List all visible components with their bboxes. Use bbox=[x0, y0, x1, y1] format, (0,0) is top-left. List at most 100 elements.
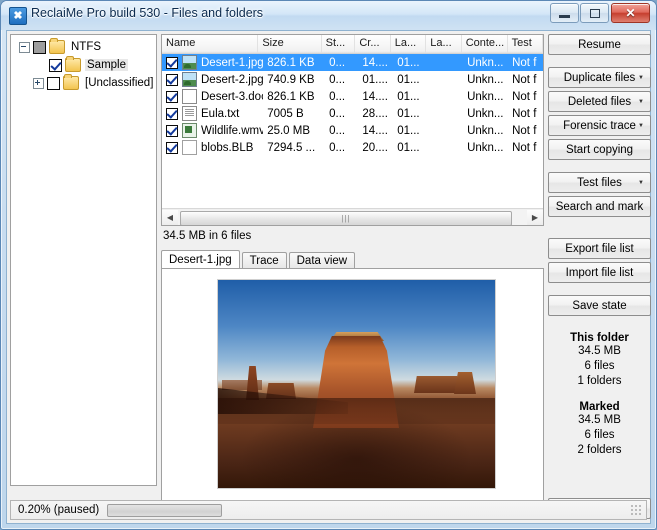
cell-size: 7294.5 ... bbox=[267, 141, 316, 154]
row-checkbox[interactable] bbox=[166, 56, 178, 69]
column-header-la-4[interactable]: La... bbox=[390, 35, 427, 53]
tree-item-label: [Unclassified] bbox=[85, 77, 154, 89]
file-list-rows[interactable]: Desert-1.jpg 826.1 KB 0... 14.... 01... Unkn.… bbox=[162, 54, 543, 208]
tab-data-view[interactable]: Data view bbox=[288, 252, 356, 269]
cell-name: Desert-1.jpg bbox=[201, 56, 264, 69]
cell-created: 14.... bbox=[362, 56, 388, 69]
cell-test: Not f bbox=[512, 107, 537, 120]
image-preview bbox=[217, 279, 496, 489]
marked-folders: 2 folders bbox=[577, 444, 622, 456]
file-list-header[interactable]: Name Size St... Cr... La... La... Conte... Test bbox=[162, 35, 543, 54]
maximize-restore-button[interactable] bbox=[580, 3, 609, 23]
text-icon bbox=[182, 106, 197, 121]
tree-item-unclassified[interactable]: [Unclassified] bbox=[15, 74, 156, 94]
tree-checkbox[interactable] bbox=[49, 58, 62, 72]
cell-last-a: 01... bbox=[397, 73, 420, 86]
column-header-cr-3[interactable]: Cr... bbox=[355, 35, 391, 53]
horizontal-scrollbar[interactable]: ◀ ||| ▶ bbox=[162, 208, 543, 225]
table-row[interactable]: Desert-1.jpg 826.1 KB 0... 14.... 01... Unkn.… bbox=[162, 54, 543, 71]
cell-status: 0... bbox=[329, 124, 346, 137]
resume-button[interactable]: Resume bbox=[548, 34, 651, 55]
row-checkbox[interactable] bbox=[166, 141, 178, 154]
column-header-size-1[interactable]: Size bbox=[258, 35, 322, 53]
tree-item-sample[interactable]: Sample bbox=[15, 56, 156, 76]
row-checkbox[interactable] bbox=[166, 107, 178, 120]
import-file-list-button[interactable]: Import file list bbox=[548, 262, 651, 283]
export-file-list-button[interactable]: Export file list bbox=[548, 238, 651, 259]
row-checkbox[interactable] bbox=[166, 73, 178, 86]
column-header-conte-6[interactable]: Conte... bbox=[461, 35, 508, 53]
cell-test: Not f bbox=[512, 90, 537, 103]
folder-icon bbox=[63, 74, 79, 90]
test-files-button[interactable]: Test files bbox=[548, 172, 651, 193]
row-checkbox[interactable] bbox=[166, 124, 178, 137]
cell-size: 7005 B bbox=[267, 107, 304, 120]
folder-icon bbox=[49, 38, 65, 54]
deleted-files-button[interactable]: Deleted files bbox=[548, 91, 651, 112]
column-header-st-2[interactable]: St... bbox=[321, 35, 356, 53]
cell-name: Desert-2.jpg bbox=[201, 73, 264, 86]
save-state-button[interactable]: Save state bbox=[548, 295, 651, 316]
cell-created: 20.... bbox=[362, 141, 388, 154]
preview-tabs[interactable]: Desert-1.jpg Trace Data view bbox=[161, 250, 357, 269]
expand-icon[interactable] bbox=[33, 77, 44, 89]
marked-files: 6 files bbox=[584, 429, 615, 441]
cell-name: Wildlife.wmv bbox=[201, 124, 264, 137]
status-bar: 0.20% (paused) bbox=[10, 500, 647, 520]
marked-title: Marked bbox=[579, 401, 620, 413]
app-icon: ✖ bbox=[9, 7, 27, 25]
image-icon bbox=[182, 55, 197, 70]
cell-last-a: 01... bbox=[397, 56, 420, 69]
row-checkbox[interactable] bbox=[166, 90, 178, 103]
image-icon bbox=[182, 72, 197, 87]
right-butte bbox=[454, 372, 476, 394]
forensic-trace-button[interactable]: Forensic trace bbox=[548, 115, 651, 136]
tab-desert-1-jpg[interactable]: Desert-1.jpg bbox=[161, 250, 240, 269]
cell-status: 0... bbox=[329, 56, 346, 69]
cell-size: 25.0 MB bbox=[267, 124, 311, 137]
start-copying-button[interactable]: Start copying bbox=[548, 139, 651, 160]
this-folder-files: 6 files bbox=[584, 360, 615, 372]
close-icon: ✕ bbox=[625, 6, 636, 20]
tree-checkbox[interactable] bbox=[47, 76, 60, 90]
this-folder-size: 34.5 MB bbox=[578, 345, 621, 357]
duplicate-files-button[interactable]: Duplicate files bbox=[548, 67, 651, 88]
tree-checkbox[interactable] bbox=[33, 40, 46, 54]
scrollbar-thumb[interactable]: ||| bbox=[180, 210, 512, 225]
table-row[interactable]: Desert-3.doc 826.1 KB 0... 14.... 01... Unkn.… bbox=[162, 88, 543, 105]
cell-created: 14.... bbox=[362, 90, 388, 103]
cell-size: 740.9 KB bbox=[267, 73, 315, 86]
column-header-la-5[interactable]: La... bbox=[426, 35, 462, 53]
table-row[interactable]: blobs.BLB 7294.5 ... 0... 20.... 01... Unkn..… bbox=[162, 139, 543, 156]
minimize-button[interactable] bbox=[550, 3, 579, 23]
title-bar: ✖ ReclaiMe Pro build 530 - Files and fol… bbox=[1, 1, 656, 30]
tab-trace[interactable]: Trace bbox=[241, 252, 287, 269]
table-row[interactable]: Eula.txt 7005 B 0... 28.... 01... Unkn... Not … bbox=[162, 105, 543, 122]
collapse-icon[interactable] bbox=[19, 41, 30, 53]
tree-item-ntfs[interactable]: NTFS bbox=[15, 38, 156, 58]
client-area: NTFS Sample [Unclassified] Name Size St... Cr… bbox=[6, 30, 651, 524]
cell-created: 28.... bbox=[362, 107, 388, 120]
column-header-test-7[interactable]: Test bbox=[507, 35, 543, 53]
resize-grip[interactable] bbox=[630, 504, 642, 516]
folder-tree: NTFS Sample [Unclassified] bbox=[11, 35, 156, 94]
table-row[interactable]: Desert-2.jpg 740.9 KB 0... 01.... 01... Unkn.… bbox=[162, 71, 543, 88]
close-button[interactable]: ✕ bbox=[611, 3, 650, 23]
scroll-left-button[interactable]: ◀ bbox=[162, 209, 178, 225]
preview-panel bbox=[161, 268, 544, 520]
cell-name: blobs.BLB bbox=[201, 141, 254, 154]
search-and-mark-button[interactable]: Search and mark bbox=[548, 196, 651, 217]
table-row[interactable]: Wildlife.wmv 25.0 MB 0... 14.... 01... Unkn..… bbox=[162, 122, 543, 139]
action-button-column: Resume Duplicate files Deleted files For… bbox=[548, 34, 651, 520]
column-header-name-0[interactable]: Name bbox=[162, 35, 259, 53]
scrollbar-track[interactable]: ||| bbox=[178, 209, 527, 225]
scroll-right-button[interactable]: ▶ bbox=[527, 209, 543, 225]
folder-tree-panel[interactable]: NTFS Sample [Unclassified] bbox=[10, 34, 157, 486]
cell-content: Unkn... bbox=[467, 56, 504, 69]
cell-last-a: 01... bbox=[397, 124, 420, 137]
selection-summary-label: 34.5 MB in 6 files bbox=[163, 230, 252, 242]
file-list-panel[interactable]: Name Size St... Cr... La... La... Conte... Test… bbox=[161, 34, 544, 226]
